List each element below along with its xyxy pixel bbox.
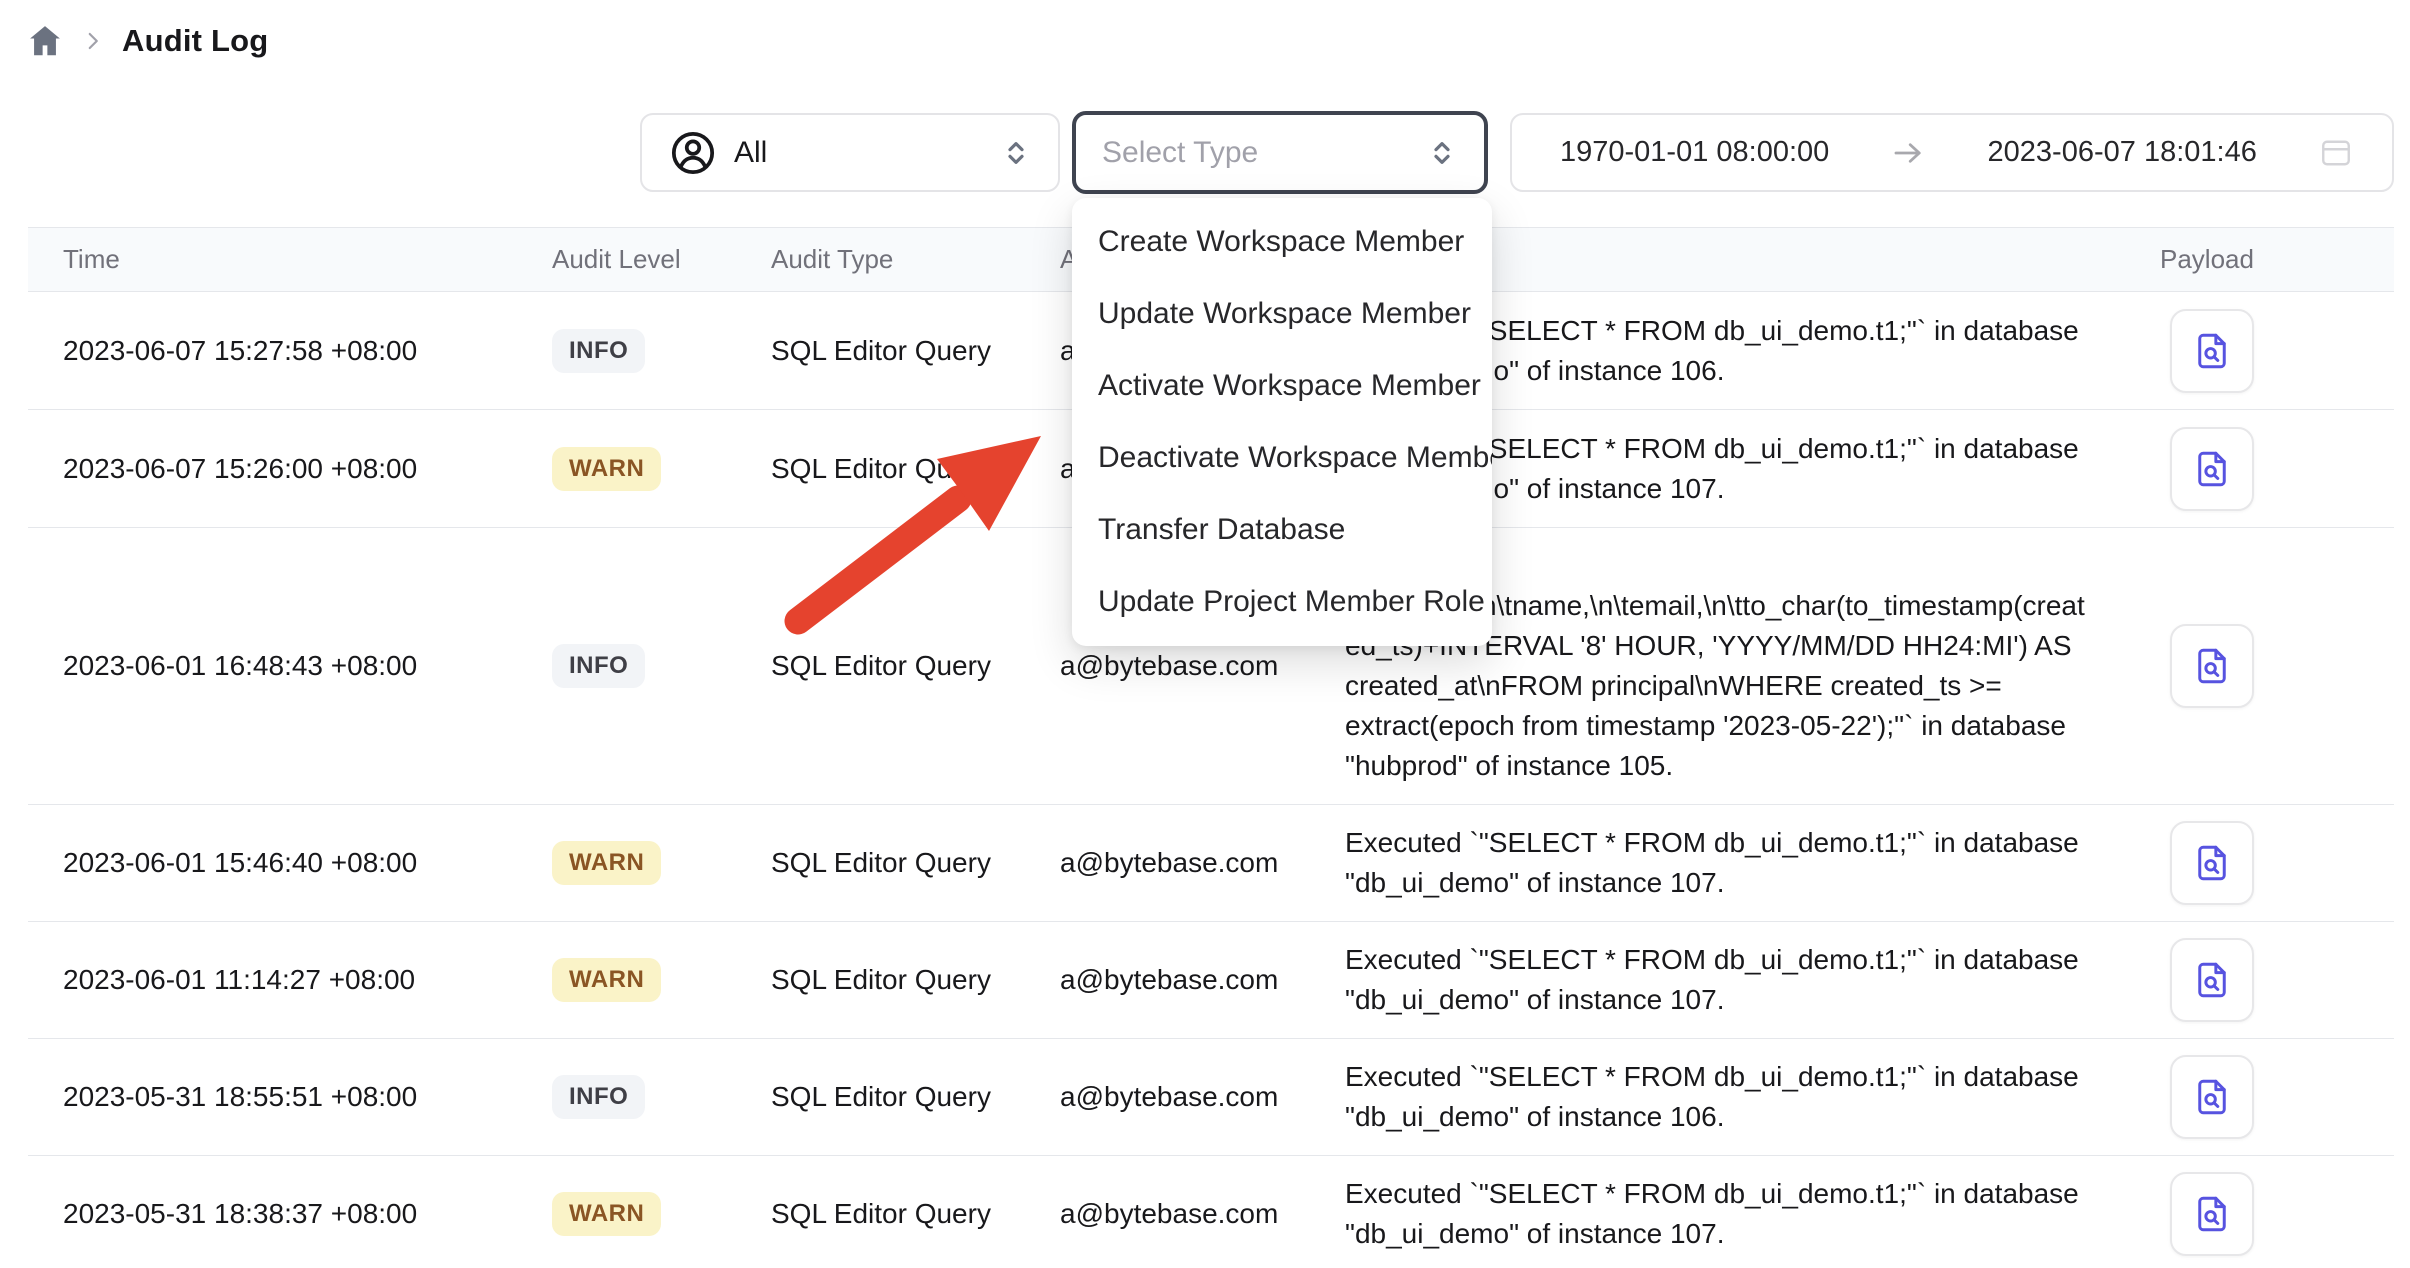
page-title: Audit Log — [122, 23, 268, 59]
audit-level-badge: INFO — [552, 329, 645, 373]
cell-audit-level: INFO — [552, 1039, 771, 1156]
cell-audit-type: SQL Editor Query — [771, 292, 1060, 410]
payload-view-button[interactable] — [2170, 821, 2254, 905]
cell-payload — [2120, 1039, 2394, 1156]
cell-time: 2023-05-31 18:55:51 +08:00 — [28, 1039, 552, 1156]
cell-comment: Executed `"SELECT * FROM db_ui_demo.t1;"… — [1345, 1156, 2120, 1268]
column-header-audit-type: Audit Type — [771, 228, 1060, 292]
audit-log-page: Audit Log All Select Type 1970-01-01 08:… — [0, 0, 2410, 1268]
payload-view-button[interactable] — [2170, 427, 2254, 511]
column-header-payload: Payload — [2120, 228, 2394, 292]
cell-audit-type: SQL Editor Query — [771, 528, 1060, 805]
cell-audit-level: WARN — [552, 922, 771, 1039]
cell-actor: a@bytebase.com — [1060, 1156, 1345, 1268]
cell-time: 2023-06-01 15:46:40 +08:00 — [28, 805, 552, 922]
home-icon[interactable] — [26, 22, 64, 60]
dropdown-item[interactable]: Deactivate Workspace Member — [1072, 422, 1492, 494]
cell-time: 2023-06-01 11:14:27 +08:00 — [28, 922, 552, 1039]
arrow-right-icon — [1890, 135, 1926, 171]
cell-actor: a@bytebase.com — [1060, 922, 1345, 1039]
audit-level-badge: WARN — [552, 958, 661, 1002]
audit-level-badge: WARN — [552, 841, 661, 885]
payload-view-button[interactable] — [2170, 1055, 2254, 1139]
cell-audit-type: SQL Editor Query — [771, 922, 1060, 1039]
cell-audit-level: WARN — [552, 410, 771, 528]
table-row: 2023-05-31 18:38:37 +08:00WARN SQL Editor… — [28, 1156, 2394, 1268]
audit-level-badge: WARN — [552, 447, 661, 491]
cell-payload — [2120, 805, 2394, 922]
cell-audit-type: SQL Editor Query — [771, 1156, 1060, 1268]
date-range-picker[interactable]: 1970-01-01 08:00:00 2023-06-07 18:01:46 — [1510, 113, 2394, 192]
file-search-icon — [2191, 1193, 2233, 1235]
cell-audit-type: SQL Editor Query — [771, 1039, 1060, 1156]
user-circle-icon — [668, 128, 718, 178]
file-search-icon — [2191, 645, 2233, 687]
file-search-icon — [2191, 448, 2233, 490]
column-header-time: Time — [28, 228, 552, 292]
date-range-start: 1970-01-01 08:00:00 — [1560, 136, 1829, 169]
date-range-end: 2023-06-07 18:01:46 — [1988, 136, 2257, 169]
payload-view-button[interactable] — [2170, 624, 2254, 708]
calendar-icon — [2318, 135, 2354, 171]
type-filter-placeholder: Select Type — [1102, 136, 1426, 170]
chevron-right-icon — [80, 28, 106, 54]
file-search-icon — [2191, 330, 2233, 372]
table-row: 2023-06-01 11:14:27 +08:00WARN SQL Editor… — [28, 922, 2394, 1039]
file-search-icon — [2191, 959, 2233, 1001]
cell-payload — [2120, 410, 2394, 528]
payload-view-button[interactable] — [2170, 938, 2254, 1022]
cell-audit-level: WARN — [552, 805, 771, 922]
payload-view-button[interactable] — [2170, 309, 2254, 393]
chevron-up-down-icon — [1426, 137, 1458, 169]
cell-actor: a@bytebase.com — [1060, 805, 1345, 922]
column-header-audit-level: Audit Level — [552, 228, 771, 292]
chevron-up-down-icon — [1000, 137, 1032, 169]
table-row: 2023-05-31 18:55:51 +08:00INFO SQL Editor… — [28, 1039, 2394, 1156]
cell-audit-type: SQL Editor Query — [771, 410, 1060, 528]
audit-level-badge: INFO — [552, 644, 645, 688]
cell-payload — [2120, 1156, 2394, 1268]
audit-level-badge: WARN — [552, 1192, 661, 1236]
cell-payload — [2120, 292, 2394, 410]
cell-comment: Executed `"SELECT * FROM db_ui_demo.t1;"… — [1345, 922, 2120, 1039]
cell-payload — [2120, 528, 2394, 805]
actor-filter-select[interactable]: All — [640, 113, 1060, 192]
audit-level-badge: INFO — [552, 1075, 645, 1119]
dropdown-item[interactable]: Transfer Database — [1072, 494, 1492, 566]
type-dropdown-menu: Create Workspace MemberUpdate Workspace … — [1072, 198, 1492, 646]
cell-audit-level: INFO — [552, 528, 771, 805]
payload-view-button[interactable] — [2170, 1172, 2254, 1256]
file-search-icon — [2191, 842, 2233, 884]
dropdown-item[interactable]: Update Workspace Member — [1072, 278, 1492, 350]
dropdown-item[interactable]: Activate Workspace Member — [1072, 350, 1492, 422]
breadcrumb: Audit Log — [26, 22, 268, 60]
cell-time: 2023-06-07 15:26:00 +08:00 — [28, 410, 552, 528]
cell-comment: Executed `"SELECT * FROM db_ui_demo.t1;"… — [1345, 805, 2120, 922]
actor-filter-value: All — [734, 136, 984, 170]
cell-payload — [2120, 922, 2394, 1039]
file-search-icon — [2191, 1076, 2233, 1118]
cell-time: 2023-06-01 16:48:43 +08:00 — [28, 528, 552, 805]
cell-audit-type: SQL Editor Query — [771, 805, 1060, 922]
cell-audit-level: INFO — [552, 292, 771, 410]
cell-audit-level: WARN — [552, 1156, 771, 1268]
cell-time: 2023-06-07 15:27:58 +08:00 — [28, 292, 552, 410]
cell-actor: a@bytebase.com — [1060, 1039, 1345, 1156]
table-row: 2023-06-01 15:46:40 +08:00WARN SQL Editor… — [28, 805, 2394, 922]
cell-time: 2023-05-31 18:38:37 +08:00 — [28, 1156, 552, 1268]
cell-comment: Executed `"SELECT * FROM db_ui_demo.t1;"… — [1345, 1039, 2120, 1156]
type-filter-select[interactable]: Select Type — [1072, 111, 1488, 194]
dropdown-item[interactable]: Create Workspace Member — [1072, 206, 1492, 278]
dropdown-item[interactable]: Update Project Member Role — [1072, 566, 1492, 638]
